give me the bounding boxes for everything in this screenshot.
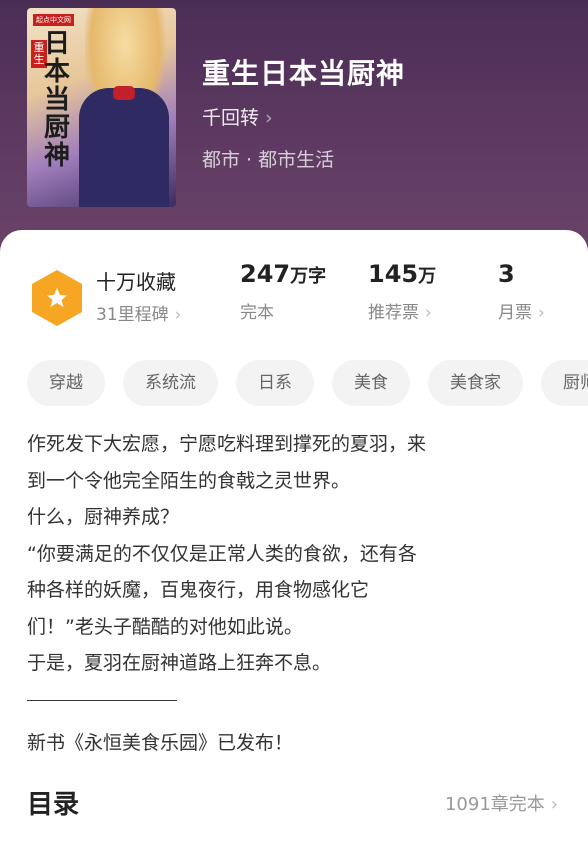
monthly-label: 月票 (498, 303, 532, 323)
word-count-unit: 万字 (290, 266, 327, 287)
book-info-card: 十万收藏 31里程碑 › 247万字 完本 145万 推荐票 › 3 月票 › 穿越系… (0, 230, 588, 850)
description-line: 们！”老头子酷酷的对他如此说。 (27, 615, 303, 638)
status-label: 完本 (240, 303, 274, 323)
star-icon (47, 288, 67, 307)
description-line: 种各样的妖魔，百鬼夜行，用食物感化它 (27, 579, 370, 601)
recommend-label: 推荐票 (368, 303, 419, 323)
recommend-value: 145 (368, 260, 419, 288)
cover-vertical-title: 日本当厨神 (43, 29, 70, 171)
book-genre: 都市 · 都市生活 (202, 149, 335, 171)
book-cover[interactable]: 起点中文网 重生 日本当厨神 (27, 8, 176, 207)
tag-list: 穿越系统流日系美食美食家厨师 (27, 360, 588, 410)
chevron-right-icon: › (550, 794, 558, 815)
favorites-title: 十万收藏 (96, 270, 176, 294)
toc-link[interactable]: 1091章完本 › (445, 790, 558, 816)
cover-art-bow (113, 86, 135, 100)
chevron-right-icon: › (538, 303, 545, 323)
tag-chip[interactable]: 日系 (236, 360, 314, 406)
book-description[interactable]: 作死发下大宏愿，宁愿吃料理到撑死的夏羽，来 到一个令他完全陌生的食戟之灵世界。 … (27, 426, 567, 682)
new-book-notice: 新书《永恒美食乐园》已发布！ (27, 732, 294, 754)
book-header: 起点中文网 重生 日本当厨神 重生日本当厨神 千回转 › 都市 · 都市生活 (0, 0, 588, 260)
toc-title: 目录 (27, 790, 80, 820)
cover-badge: 起点中文网 (33, 14, 74, 26)
recommend-stat[interactable]: 145万 推荐票 › (368, 260, 436, 323)
author-name: 千回转 (202, 107, 260, 129)
description-line: 于是，夏羽在厨神道路上狂奔不息。 (27, 652, 332, 674)
tag-chip[interactable]: 美食 (332, 360, 410, 406)
tag-chip[interactable]: 美食家 (428, 360, 523, 406)
milestone-text: 31里程碑 (96, 305, 169, 325)
chapter-count: 1091章完本 (444, 794, 545, 815)
chevron-right-icon: › (265, 107, 273, 129)
word-count-stat: 247万字 完本 (240, 260, 326, 323)
tag-chip[interactable]: 系统流 (123, 360, 218, 406)
tag-chip[interactable]: 厨师 (541, 360, 588, 406)
chevron-right-icon: › (425, 303, 432, 323)
medal-icon (32, 270, 82, 326)
recommend-unit: 万 (418, 266, 437, 287)
description-line: 作死发下大宏愿，宁愿吃料理到撑死的夏羽，来 (27, 433, 427, 455)
chevron-right-icon: › (174, 305, 182, 325)
description-line: “你要满足的不仅仅是正常人类的食欲，还有各 (27, 542, 417, 565)
monthly-ticket-stat[interactable]: 3 月票 › (498, 260, 545, 323)
word-count-value: 247 (240, 260, 291, 288)
description-divider (27, 700, 177, 701)
tag-chip[interactable]: 穿越 (27, 360, 105, 406)
book-title: 重生日本当厨神 (202, 57, 406, 90)
milestone-link[interactable]: 31里程碑 › (96, 300, 181, 325)
description-line: 什么，厨神养成？ (27, 506, 180, 528)
description-line: 到一个令他完全陌生的食戟之灵世界。 (27, 469, 351, 492)
monthly-value: 3 (498, 260, 515, 288)
author-link[interactable]: 千回转 › (202, 103, 273, 130)
cover-art-figure (79, 88, 169, 207)
